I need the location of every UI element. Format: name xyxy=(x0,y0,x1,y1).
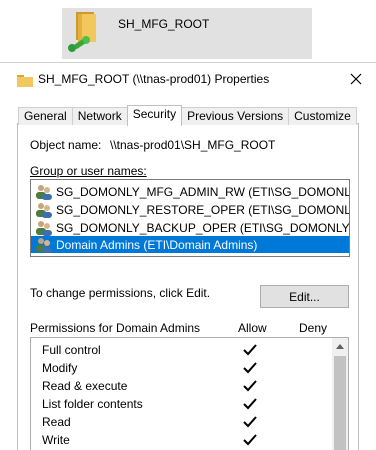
object-name-value: \\tnas-prod01\SH_MFG_ROOT xyxy=(110,138,276,152)
folder-icon xyxy=(17,75,33,87)
permission-row-modify: Modify xyxy=(31,360,331,378)
group-row-backup-oper[interactable]: SG_DOMONLY_BACKUP_OPER (ETI\SG_DOMONLY_B… xyxy=(31,219,349,236)
tab-previous-versions[interactable]: Previous Versions xyxy=(181,107,290,125)
tab-strip: General Network Security Previous Versio… xyxy=(18,105,357,126)
chevron-up-icon[interactable] xyxy=(336,343,344,349)
tab-security[interactable]: Security xyxy=(126,105,183,126)
shared-folder-icon[interactable] xyxy=(66,10,102,54)
allow-check-icon xyxy=(243,344,257,356)
close-icon[interactable] xyxy=(350,73,362,85)
group-row-restore-oper[interactable]: SG_DOMONLY_RESTORE_OPER (ETI\SG_DOMONLY_… xyxy=(31,201,349,218)
user-group-icon xyxy=(36,202,52,218)
tab-general[interactable]: General xyxy=(18,107,73,125)
permission-row-write: Write xyxy=(31,432,331,450)
permission-name: Write xyxy=(42,433,70,447)
group-row-domain-admins[interactable]: Domain Admins (ETI\Domain Admins) xyxy=(31,236,349,253)
edit-button-label: Edit... xyxy=(289,289,320,304)
group-row-mfg-admin[interactable]: SG_DOMONLY_MFG_ADMIN_RW (ETI\SG_DOMONLY_… xyxy=(31,183,349,200)
permissions-scrollbar[interactable] xyxy=(332,338,348,450)
deny-header: Deny xyxy=(299,321,328,335)
user-group-icon xyxy=(36,237,52,253)
group-list[interactable]: SG_DOMONLY_MFG_ADMIN_RW (ETI\SG_DOMONLY_… xyxy=(30,179,350,257)
scroll-thumb[interactable] xyxy=(334,356,346,450)
change-permissions-hint: To change permissions, click Edit. xyxy=(30,286,211,300)
edit-button[interactable]: Edit... xyxy=(260,285,349,308)
allow-check-icon xyxy=(243,434,257,446)
permission-name: Modify xyxy=(42,361,78,375)
permission-name: Read & execute xyxy=(42,379,128,393)
tab-network[interactable]: Network xyxy=(71,107,128,125)
permission-row-full-control: Full control xyxy=(31,342,331,360)
permission-name: List folder contents xyxy=(42,397,143,411)
group-name: SG_DOMONLY_RESTORE_OPER (ETI\SG_DOMONLY_… xyxy=(56,202,349,217)
permissions-label: Permissions for Domain Admins xyxy=(30,321,201,335)
group-name: Domain Admins (ETI\Domain Admins) xyxy=(56,237,258,252)
group-name: SG_DOMONLY_MFG_ADMIN_RW (ETI\SG_DOMONLY_… xyxy=(56,184,349,199)
permission-row-list-folder-contents: List folder contents xyxy=(31,396,331,414)
allow-check-icon xyxy=(243,416,257,428)
allow-header: Allow xyxy=(238,321,267,335)
close-button[interactable] xyxy=(338,62,374,96)
dialog-title: SH_MFG_ROOT (\\tnas-prod01) Properties xyxy=(38,72,270,86)
allow-check-icon xyxy=(243,380,257,392)
permission-row-read-execute: Read & execute xyxy=(31,378,331,396)
allow-check-icon xyxy=(243,398,257,410)
tab-customize[interactable]: Customize xyxy=(288,107,357,125)
scroll-up-button[interactable] xyxy=(332,338,348,354)
allow-check-icon xyxy=(243,362,257,374)
permission-row-read: Read xyxy=(31,414,331,432)
object-name-label: Object name: xyxy=(30,138,102,152)
permissions-table: Full control Modify Read & execute List … xyxy=(30,337,349,450)
permission-name: Read xyxy=(42,415,71,429)
user-group-icon xyxy=(36,184,52,200)
group-list-label: Group or user names: xyxy=(30,164,147,178)
permission-name: Full control xyxy=(42,343,101,357)
group-name: SG_DOMONLY_BACKUP_OPER (ETI\SG_DOMONLY_B… xyxy=(56,220,349,235)
user-group-icon xyxy=(36,220,52,236)
shortcut-label[interactable]: SH_MFG_ROOT xyxy=(118,17,209,31)
